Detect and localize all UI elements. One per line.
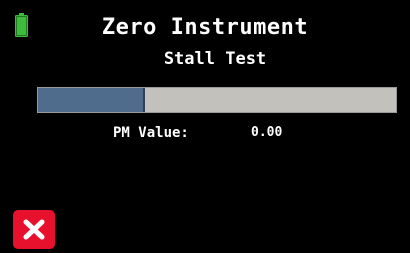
pm-value-readout: 0.00 bbox=[251, 125, 283, 140]
pm-value-label: PM Value: bbox=[113, 125, 189, 141]
progress-fill bbox=[38, 88, 146, 112]
progress-bar bbox=[37, 87, 397, 113]
close-icon bbox=[23, 219, 45, 240]
page-title: Zero Instrument bbox=[101, 15, 309, 40]
close-button[interactable] bbox=[13, 210, 55, 249]
page-subtitle: Stall Test bbox=[163, 49, 267, 69]
